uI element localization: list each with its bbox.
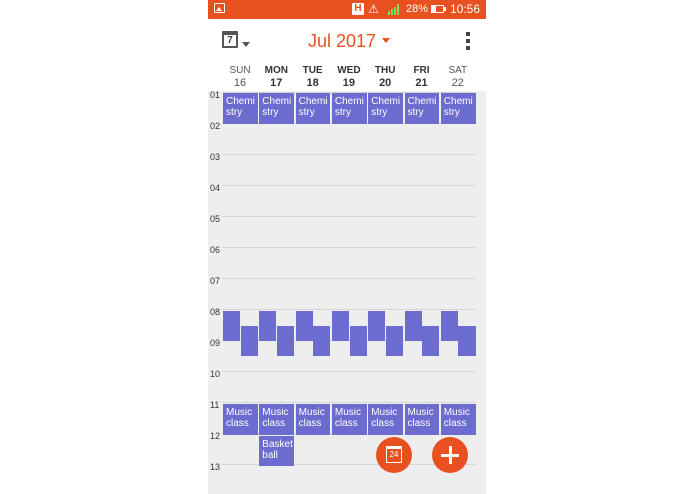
day-date: 17 [270, 77, 283, 89]
event-block[interactable] [349, 326, 367, 356]
battery-icon [431, 5, 446, 13]
hour-label: 10 [210, 369, 221, 379]
day-name: SUN [229, 65, 251, 76]
event-block[interactable] [295, 311, 313, 341]
day-date: 16 [233, 77, 247, 89]
phone-screen: H ⚠ 28% 10:56 7 Jul 2017 SUN 16 MON 17 TUE 18… [208, 0, 486, 494]
event-music-class[interactable]: Music class [368, 404, 403, 435]
hour-label: 02 [210, 121, 221, 131]
hour-label: 01 [210, 90, 221, 100]
hour-label: 03 [210, 152, 221, 162]
hour-label: 04 [210, 183, 221, 193]
hour-label: 05 [210, 214, 221, 224]
event-music-class[interactable]: Music class [404, 404, 440, 435]
image-notification-icon [214, 3, 225, 13]
day-header-wed[interactable]: WED 19 [331, 61, 367, 91]
network-h-badge: H [352, 3, 364, 15]
overflow-menu-icon[interactable] [466, 32, 470, 50]
event-block[interactable] [223, 311, 241, 341]
day-name: SAT [448, 65, 468, 76]
event-chemistry[interactable]: Chemi stry [223, 93, 258, 124]
event-music-class[interactable]: Music class [331, 404, 367, 435]
event-block[interactable] [440, 311, 458, 341]
event-music-class[interactable]: Music class [440, 404, 476, 435]
hour-label: 11 [210, 400, 220, 410]
hour-line [222, 247, 476, 248]
day-date: 19 [342, 77, 356, 89]
day-name: MON [264, 65, 288, 76]
day-name: FRI [413, 65, 430, 76]
event-chemistry[interactable]: Chemi stry [331, 93, 367, 124]
battery-percent: 28% [406, 3, 429, 15]
event-block[interactable] [259, 311, 277, 341]
event-basketball[interactable]: Basket ball [259, 436, 295, 466]
hour-line [222, 278, 476, 279]
month-dropdown-icon[interactable] [382, 38, 390, 43]
event-chemistry[interactable]: Chemi stry [440, 93, 476, 124]
event-block[interactable] [368, 311, 386, 341]
event-music-class[interactable]: Music class [223, 404, 258, 435]
event-block[interactable] [404, 311, 422, 341]
hour-label: 13 [210, 462, 221, 472]
event-music-class[interactable]: Music class [295, 404, 331, 435]
day-date: 20 [379, 77, 392, 89]
event-block[interactable] [385, 326, 403, 356]
day-name: WED [337, 65, 361, 76]
app-bar: 7 Jul 2017 [208, 19, 486, 61]
hour-line [222, 402, 476, 403]
status-bar: H ⚠ 28% 10:56 [208, 0, 486, 19]
event-chemistry[interactable]: Chemi stry [259, 93, 295, 124]
event-chemistry[interactable]: Chemi stry [368, 93, 403, 124]
hour-label: 09 [210, 338, 221, 348]
event-block[interactable] [313, 326, 331, 356]
day-name: THU [374, 65, 396, 76]
clock: 10:56 [449, 2, 480, 16]
day-date: 21 [415, 77, 428, 89]
day-header-tue[interactable]: TUE 18 [295, 61, 331, 91]
hour-line [222, 309, 476, 310]
chevron-down-icon[interactable] [242, 42, 250, 47]
hour-label: 06 [210, 245, 221, 255]
add-event-button[interactable] [432, 437, 468, 473]
plus-icon-v [448, 446, 452, 464]
hour-label: 08 [210, 307, 221, 317]
event-block[interactable] [276, 326, 295, 356]
event-block[interactable] [458, 326, 476, 356]
event-music-class[interactable]: Music class [259, 404, 295, 435]
day-header-mon[interactable]: MON 17 [258, 61, 294, 91]
hour-line [222, 216, 476, 217]
hour-label: 12 [210, 431, 221, 441]
hour-line [222, 371, 476, 372]
event-block[interactable] [422, 326, 440, 356]
calendar-view-icon[interactable]: 7 [222, 31, 238, 48]
day-date: 18 [306, 77, 319, 89]
day-header-sat[interactable]: SAT 22 [440, 61, 476, 91]
event-block[interactable] [240, 326, 258, 356]
day-date: 22 [451, 77, 464, 89]
hour-line [222, 154, 476, 155]
event-chemistry[interactable]: Chemi stry [404, 93, 440, 124]
event-block[interactable] [331, 311, 350, 341]
wifi-icon: ⚠ [368, 2, 379, 16]
hour-label: 07 [210, 276, 221, 286]
day-header-thu[interactable]: THU 20 [367, 61, 403, 91]
day-header-sun[interactable]: SUN 16 [222, 61, 258, 91]
day-header-fri[interactable]: FRI 21 [404, 61, 440, 91]
go-to-today-button[interactable]: 24 [376, 437, 412, 473]
month-title[interactable]: Jul 2017 [308, 31, 376, 52]
signal-icon [388, 4, 400, 15]
event-chemistry[interactable]: Chemi stry [295, 93, 331, 124]
hour-line [222, 185, 476, 186]
day-name: TUE [302, 65, 323, 76]
today-calendar-icon: 24 [386, 446, 402, 463]
